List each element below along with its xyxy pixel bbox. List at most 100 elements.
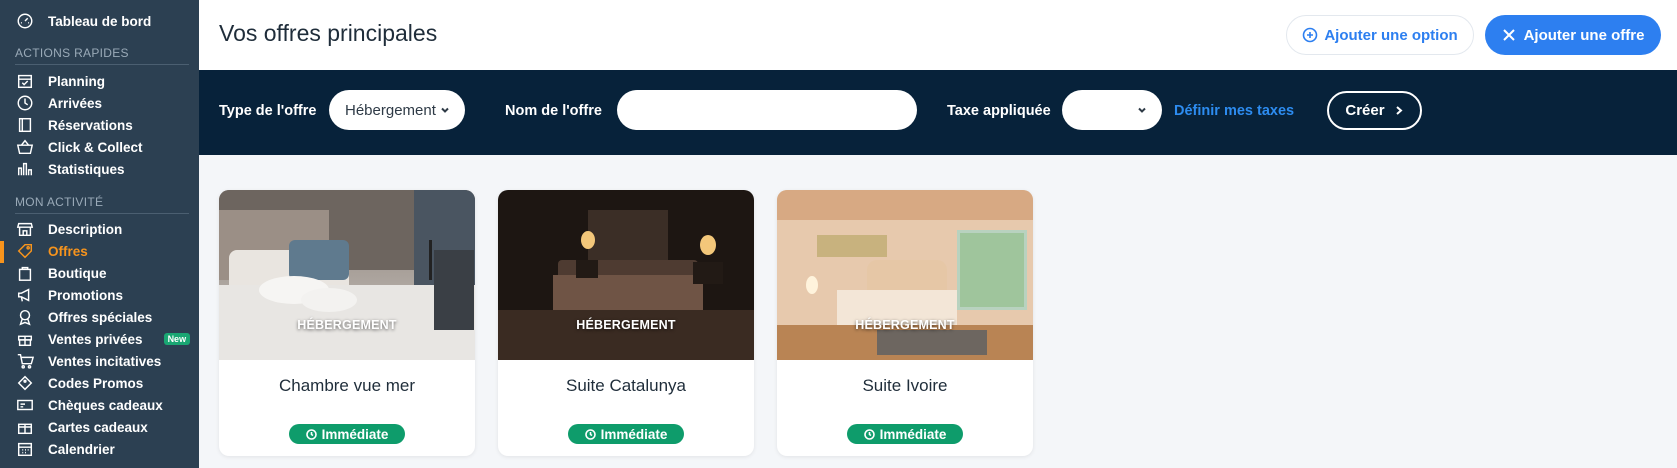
megaphone-icon xyxy=(15,285,35,305)
bar-chart-icon xyxy=(15,159,35,179)
add-option-label: Ajouter une option xyxy=(1324,26,1458,44)
sidebar-item-gift-cards[interactable]: Cartes cadeaux xyxy=(15,417,148,437)
sidebar-item-label: Statistiques xyxy=(48,161,125,177)
basket-icon xyxy=(15,137,35,157)
sidebar-item-label: Réservations xyxy=(48,117,133,133)
sidebar-item-upsells[interactable]: Ventes incitatives xyxy=(15,351,161,371)
add-option-button[interactable]: Ajouter une option xyxy=(1286,15,1474,55)
sidebar-item-label: Cartes cadeaux xyxy=(48,419,148,435)
offer-title: Suite Catalunya xyxy=(565,376,687,395)
sidebar-item-planning[interactable]: Planning xyxy=(15,71,105,91)
divider xyxy=(15,213,189,214)
clock-icon xyxy=(863,428,875,440)
offer-card[interactable]: HÉBERGEMENT Chambre vue mer Immédiate xyxy=(219,190,475,456)
store-icon xyxy=(15,219,35,239)
section-my-activity: MON ACTIVITÉ xyxy=(15,195,104,209)
sidebar-item-special-offers[interactable]: Offres spéciales xyxy=(15,307,152,327)
gift-icon xyxy=(15,329,35,349)
sidebar-item-label: Tableau de bord xyxy=(48,13,152,29)
chevron-down-icon xyxy=(1138,107,1146,113)
gift-card-icon xyxy=(15,417,35,437)
availability-badge: Immédiate xyxy=(568,424,684,444)
sidebar-item-click-collect[interactable]: Click & Collect xyxy=(15,137,143,157)
create-button[interactable]: Créer xyxy=(1327,91,1422,130)
sidebar-item-label: Arrivées xyxy=(48,95,103,111)
availability-badge: Immédiate xyxy=(847,424,963,444)
sidebar-item-label: Promotions xyxy=(48,287,124,303)
sidebar-item-statistics[interactable]: Statistiques xyxy=(15,159,125,179)
voucher-icon xyxy=(15,395,35,415)
cart-icon xyxy=(15,351,35,371)
coupon-icon xyxy=(15,373,35,393)
offer-card[interactable]: HÉBERGEMENT Suite Catalunya Immédiate xyxy=(498,190,754,456)
award-icon xyxy=(15,307,35,327)
sidebar-item-label: Offres xyxy=(48,243,88,259)
divider xyxy=(15,64,189,65)
chevron-down-icon xyxy=(441,107,449,113)
offer-title: Chambre vue mer xyxy=(278,376,416,395)
clock-icon xyxy=(305,428,317,440)
section-quick-actions: ACTIONS RAPIDES xyxy=(15,46,129,60)
tax-label: Taxe appliquée xyxy=(947,103,1051,119)
gauge-icon xyxy=(15,11,35,31)
sidebar-item-label: Offres spéciales xyxy=(48,309,153,325)
offer-name-label: Nom de l'offre xyxy=(505,103,602,119)
offer-name-input[interactable] xyxy=(617,90,917,130)
chevron-right-icon xyxy=(1395,106,1403,115)
sidebar: Tableau de bord ACTIONS RAPIDES Planning… xyxy=(0,0,199,468)
offer-type-select[interactable]: Hébergement xyxy=(329,90,465,130)
sidebar-item-description[interactable]: Description xyxy=(15,219,122,239)
shopping-bag-icon xyxy=(15,263,35,283)
page-header: Vos offres principales Ajouter une optio… xyxy=(199,0,1677,70)
availability-label: Immédiate xyxy=(600,426,668,442)
plus-circle-icon xyxy=(1303,27,1318,43)
close-icon xyxy=(1502,29,1515,41)
offer-image: HÉBERGEMENT xyxy=(219,190,475,360)
add-offer-button[interactable]: Ajouter une offre xyxy=(1485,15,1661,55)
offer-title: Suite Ivoire xyxy=(862,376,948,395)
sidebar-item-label: Boutique xyxy=(48,265,107,281)
add-offer-label: Ajouter une offre xyxy=(1523,26,1645,44)
sidebar-item-offers[interactable]: Offres xyxy=(15,241,88,261)
offer-category: HÉBERGEMENT xyxy=(855,318,955,332)
offer-category: HÉBERGEMENT xyxy=(576,318,676,332)
availability-label: Immédiate xyxy=(879,426,947,442)
sidebar-item-dashboard[interactable]: Tableau de bord xyxy=(15,11,151,31)
filter-bar: Type de l'offre Hébergement Nom de l'off… xyxy=(199,70,1677,155)
clock-icon xyxy=(15,93,35,113)
create-label: Créer xyxy=(1345,102,1385,119)
sidebar-item-label: Description xyxy=(48,221,123,237)
offer-image: HÉBERGEMENT xyxy=(498,190,754,360)
sidebar-item-label: Ventes privées xyxy=(48,331,143,347)
sidebar-item-private-sales[interactable]: Ventes privées New xyxy=(15,329,191,349)
sidebar-item-label: Chèques cadeaux xyxy=(48,397,163,413)
sidebar-item-label: Calendrier xyxy=(48,441,115,457)
calendar-check-icon xyxy=(15,71,35,91)
offer-image: HÉBERGEMENT xyxy=(777,190,1033,360)
clock-icon xyxy=(584,428,596,440)
sidebar-item-label: Click & Collect xyxy=(48,139,143,155)
availability-badge: Immédiate xyxy=(289,424,405,444)
tax-select[interactable] xyxy=(1062,90,1162,130)
sidebar-item-reservations[interactable]: Réservations xyxy=(15,115,133,135)
sidebar-item-shop[interactable]: Boutique xyxy=(15,263,107,283)
sidebar-item-label: Codes Promos xyxy=(48,375,144,391)
sidebar-item-calendar[interactable]: Calendrier xyxy=(15,439,115,459)
new-badge: New xyxy=(163,333,191,345)
sidebar-item-promotions[interactable]: Promotions xyxy=(15,285,123,305)
availability-label: Immédiate xyxy=(321,426,389,442)
book-icon xyxy=(15,115,35,135)
calendar-icon xyxy=(15,439,35,459)
offer-card[interactable]: HÉBERGEMENT Suite Ivoire Immédiate xyxy=(777,190,1033,456)
sidebar-item-promo-codes[interactable]: Codes Promos xyxy=(15,373,143,393)
sidebar-item-arrivals[interactable]: Arrivées xyxy=(15,93,102,113)
page-title: Vos offres principales xyxy=(219,20,438,46)
offer-type-label: Type de l'offre xyxy=(219,103,317,119)
active-indicator xyxy=(0,241,4,263)
offer-type-value: Hébergement xyxy=(345,101,436,119)
sidebar-item-gift-vouchers[interactable]: Chèques cadeaux xyxy=(15,395,163,415)
offer-category: HÉBERGEMENT xyxy=(297,318,397,332)
sidebar-item-label: Planning xyxy=(48,73,105,89)
define-taxes-link[interactable]: Définir mes taxes xyxy=(1174,103,1294,119)
sidebar-item-label: Ventes incitatives xyxy=(48,353,162,369)
